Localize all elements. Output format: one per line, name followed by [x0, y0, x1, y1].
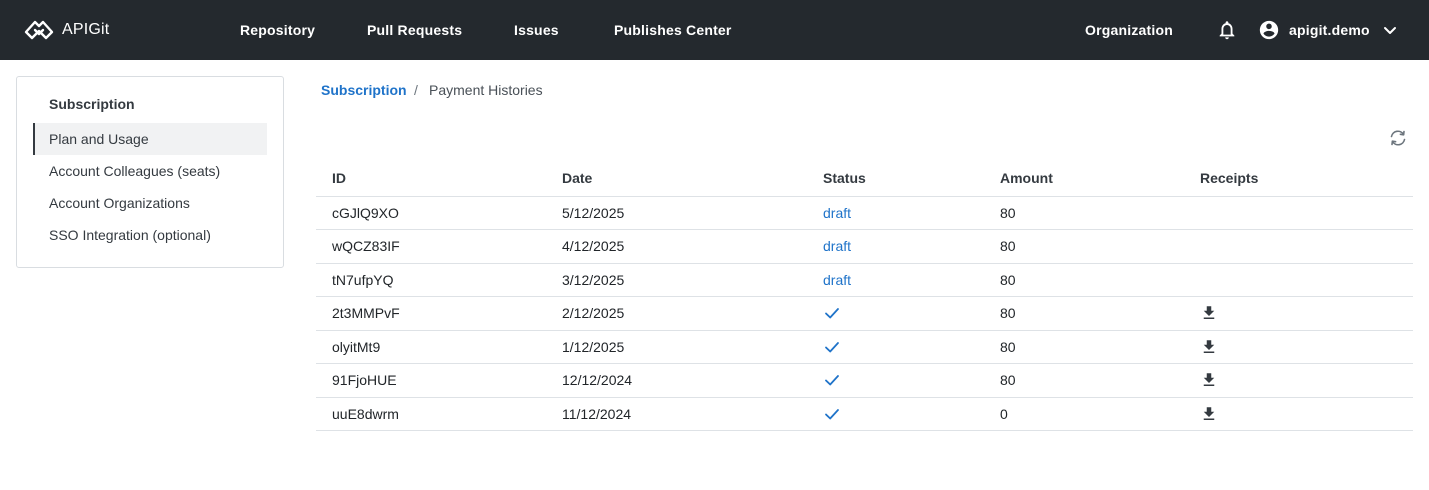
check-icon [825, 308, 839, 319]
brand-name: APIGit [62, 21, 110, 38]
column-header-date: Date [562, 160, 823, 197]
breadcrumb-separator: / [414, 82, 418, 98]
table-row: 91FjoHUE 12/12/2024 80 [316, 363, 1413, 398]
cell-receipt [1200, 397, 1413, 431]
cell-id: 2t3MMPvF [316, 296, 562, 331]
table-body: cGJlQ9XO 5/12/2025 draft 80 wQCZ83IF 4/12/202… [316, 196, 1413, 431]
cell-id: cGJlQ9XO [316, 196, 562, 230]
cell-date: 11/12/2024 [562, 397, 823, 431]
nav-repository[interactable]: Repository [240, 0, 315, 60]
sidebar-item-account-organizations[interactable]: Account Organizations [33, 187, 267, 219]
cell-receipt [1200, 330, 1413, 364]
cell-id: wQCZ83IF [316, 229, 562, 264]
status-cell [823, 363, 1000, 398]
cell-date: 4/12/2025 [562, 229, 823, 264]
nav-issues[interactable]: Issues [514, 0, 559, 60]
breadcrumb-subscription[interactable]: Subscription [321, 81, 407, 99]
check-icon [825, 408, 839, 420]
cell-id: uuE8dwrm [316, 397, 562, 431]
status-cell: draft [823, 196, 1000, 230]
cell-amount: 80 [1000, 296, 1200, 331]
cell-date: 2/12/2025 [562, 296, 823, 331]
cell-amount: 80 [1000, 330, 1200, 364]
breadcrumb-current: Payment Histories [429, 82, 543, 98]
download-icon[interactable] [1200, 304, 1218, 322]
table-row: wQCZ83IF 4/12/2025 draft 80 [316, 229, 1413, 264]
cell-amount: 80 [1000, 196, 1200, 230]
status-cell [823, 330, 1000, 364]
table-row: uuE8dwrm 11/12/2024 0 [316, 397, 1413, 431]
status-draft-link[interactable]: draft [823, 238, 851, 254]
cell-receipt [1200, 363, 1413, 398]
cell-date: 3/12/2025 [562, 263, 823, 297]
table-row: olyitMt9 1/12/2025 80 [316, 330, 1413, 364]
download-icon[interactable] [1200, 405, 1218, 423]
nav-publishes-center[interactable]: Publishes Center [614, 0, 732, 60]
cell-receipt [1200, 296, 1413, 331]
apigit-logo-icon [24, 20, 54, 40]
cell-amount: 80 [1000, 263, 1200, 297]
cell-date: 12/12/2024 [562, 363, 823, 398]
sidebar-item-sso-integration[interactable]: SSO Integration (optional) [33, 219, 267, 251]
cell-amount: 80 [1000, 229, 1200, 264]
download-icon[interactable] [1200, 371, 1218, 389]
status-cell [823, 296, 1000, 331]
bell-icon[interactable] [1216, 19, 1238, 41]
table-header-row: ID Date Status Amount Receipts [316, 160, 1413, 197]
cell-amount: 0 [1000, 397, 1200, 431]
nav-organization[interactable]: Organization [1085, 0, 1173, 60]
column-header-amount: Amount [1000, 160, 1200, 197]
cell-receipt [1200, 229, 1413, 264]
status-draft-link[interactable]: draft [823, 205, 851, 221]
nav-pull-requests[interactable]: Pull Requests [367, 0, 462, 60]
cell-id: olyitMt9 [316, 330, 562, 364]
brand-link[interactable]: APIGit [24, 0, 109, 60]
status-cell [823, 397, 1000, 431]
status-draft-link[interactable]: draft [823, 272, 851, 288]
refresh-icon[interactable] [1388, 128, 1408, 148]
account-circle-icon [1259, 20, 1279, 40]
cell-date: 5/12/2025 [562, 196, 823, 230]
payment-history-table: ID Date Status Amount Receipts cGJlQ9XO 5… [316, 160, 1413, 431]
subscription-sidebar: Subscription Plan and Usage Account Coll… [16, 76, 284, 268]
sidebar-title: Subscription [49, 96, 135, 112]
cell-id: 91FjoHUE [316, 363, 562, 398]
table-row: cGJlQ9XO 5/12/2025 draft 80 [316, 196, 1413, 230]
user-menu[interactable]: apigit.demo [1258, 0, 1398, 60]
cell-id: tN7ufpYQ [316, 263, 562, 297]
status-cell: draft [823, 229, 1000, 264]
status-cell: draft [823, 263, 1000, 297]
top-navbar: APIGit Repository Pull Requests Issues P… [0, 0, 1429, 60]
cell-amount: 80 [1000, 363, 1200, 398]
cell-receipt [1200, 196, 1413, 230]
sidebar-item-account-colleagues[interactable]: Account Colleagues (seats) [33, 155, 267, 187]
download-icon[interactable] [1200, 338, 1218, 356]
sidebar-item-plan-and-usage[interactable]: Plan and Usage [33, 123, 267, 155]
cell-date: 1/12/2025 [562, 330, 823, 364]
table-row: 2t3MMPvF 2/12/2025 80 [316, 296, 1413, 331]
table-row: tN7ufpYQ 3/12/2025 draft 80 [316, 263, 1413, 297]
cell-receipt [1200, 263, 1413, 297]
username: apigit.demo [1289, 22, 1370, 38]
chevron-down-icon [1383, 27, 1396, 34]
column-header-status: Status [823, 160, 1000, 197]
column-header-receipts: Receipts [1200, 160, 1413, 197]
check-icon [825, 375, 839, 386]
check-icon [825, 341, 839, 353]
column-header-id: ID [316, 160, 562, 197]
